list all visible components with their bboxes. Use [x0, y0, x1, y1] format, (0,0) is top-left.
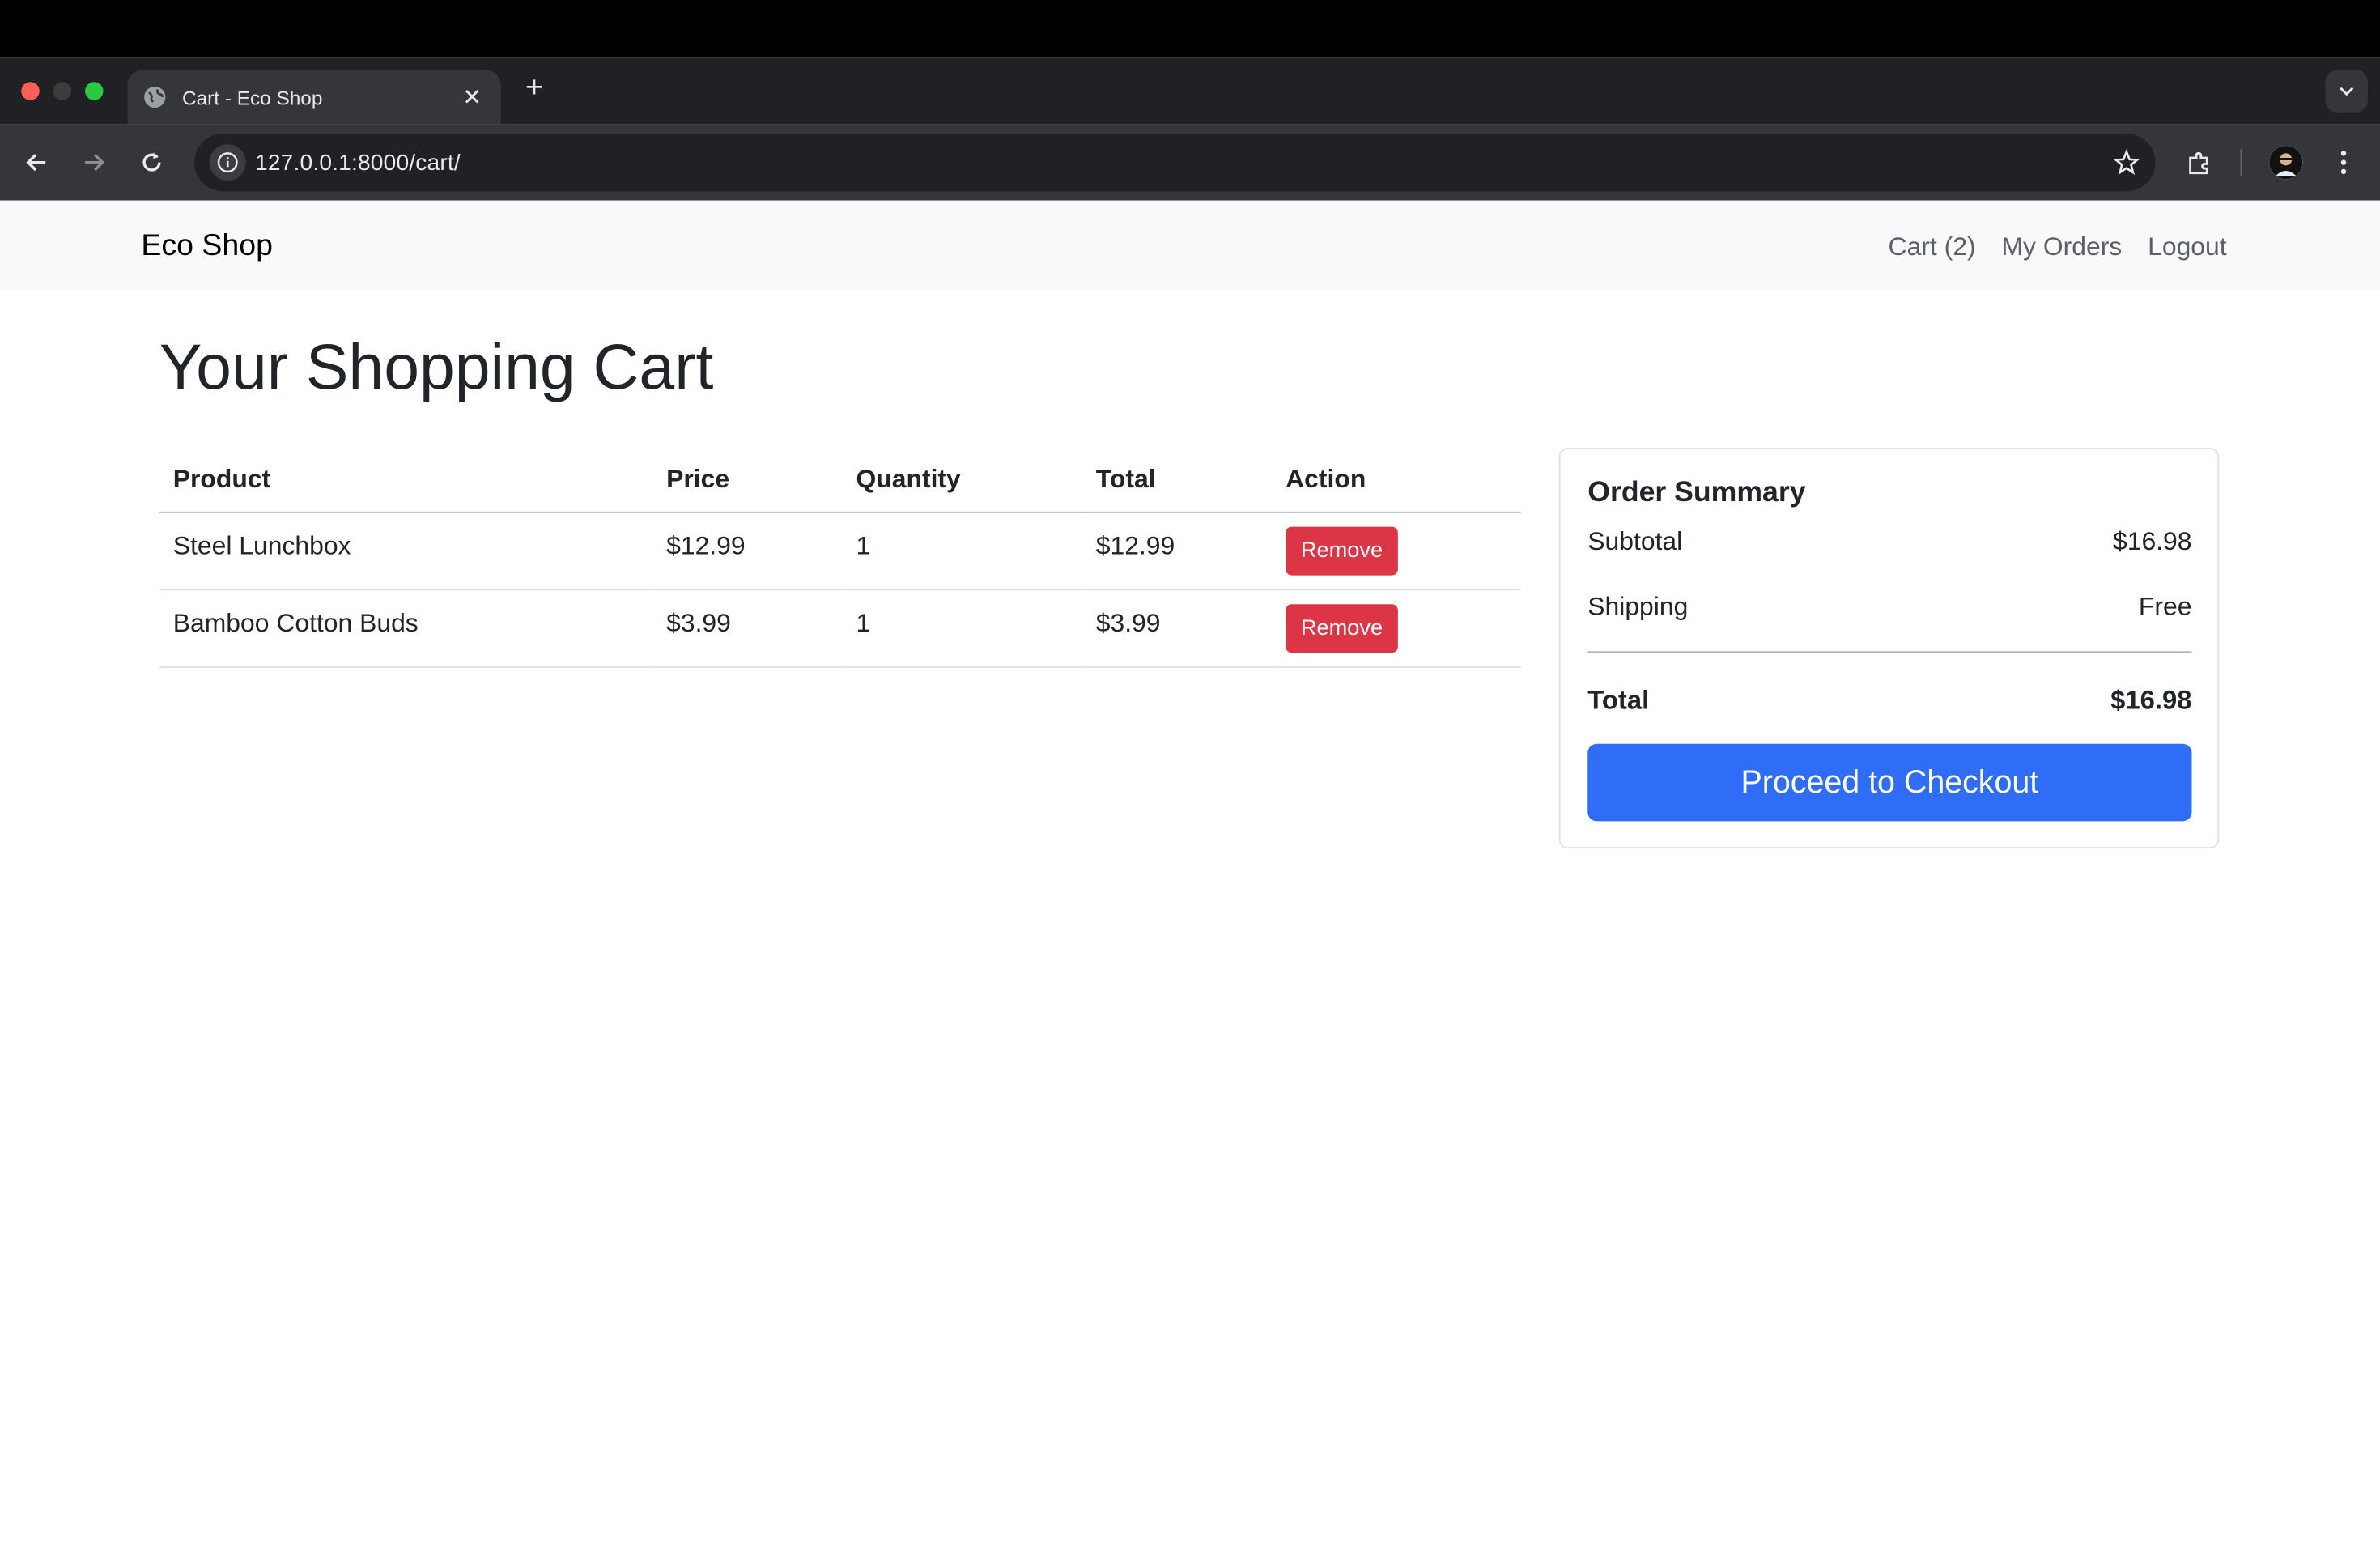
page-title: Your Shopping Cart: [159, 330, 714, 402]
shipping-row: Shipping Free: [1587, 592, 2191, 623]
table-header-row: Product Price Quantity Total Action: [159, 448, 1521, 512]
maximize-window-button[interactable]: [85, 82, 104, 100]
kebab-menu-icon[interactable]: [2326, 144, 2362, 181]
shipping-label: Shipping: [1587, 592, 1689, 621]
remove-button[interactable]: Remove: [1286, 525, 1398, 575]
quantity-value: 1: [856, 607, 871, 637]
star-icon[interactable]: [2097, 148, 2155, 176]
close-icon[interactable]: ✕: [458, 83, 486, 111]
price-value: $3.99: [666, 607, 731, 637]
info-icon[interactable]: [209, 144, 246, 181]
subtotal-row: Subtotal $16.98: [1587, 527, 2191, 558]
quantity-value: 1: [856, 530, 871, 559]
column-header-price: Price: [652, 448, 843, 512]
quantity-cell: 1: [842, 589, 1082, 668]
nav-link-my-orders[interactable]: My Orders: [2001, 232, 2122, 263]
price-value: $12.99: [666, 530, 746, 559]
shipping-value: Free: [2138, 592, 2192, 621]
column-header-quantity: Quantity: [842, 448, 1082, 512]
total-value: $16.98: [2110, 684, 2192, 716]
plus-icon[interactable]: +: [517, 71, 550, 106]
column-header-action: Action: [1272, 448, 1521, 512]
column-header-product: Product: [159, 448, 653, 512]
globe-icon: [144, 86, 166, 108]
nav-link-cart[interactable]: Cart (2): [1889, 232, 1976, 263]
order-summary-card: Order Summary Subtotal $16.98 Shipping F…: [1558, 448, 2220, 849]
minimize-window-button[interactable]: [53, 82, 72, 100]
product-name: Bamboo Cotton Buds: [172, 607, 419, 637]
extensions-icon[interactable]: [2181, 144, 2217, 181]
action-cell: Remove: [1272, 589, 1521, 668]
address-bar[interactable]: 127.0.0.1:8000/cart/: [194, 134, 2156, 192]
summary-divider: [1587, 651, 2192, 653]
site-navbar: Eco Shop Cart (2) My Orders Logout: [0, 200, 2380, 291]
back-arrow-icon[interactable]: [19, 144, 55, 181]
action-cell: Remove: [1272, 511, 1521, 590]
avatar[interactable]: [2269, 146, 2303, 180]
forward-arrow-icon[interactable]: [76, 144, 113, 181]
top-bar: [0, 0, 2380, 58]
proceed-to-checkout-button[interactable]: Proceed to Checkout: [1587, 743, 2192, 822]
product-name: Steel Lunchbox: [172, 530, 351, 559]
price-cell: $12.99: [652, 511, 843, 590]
table-row: Bamboo Cotton Buds $3.99 1 $3.99 Remove: [159, 589, 1521, 668]
product-cell: Steel Lunchbox: [159, 511, 653, 590]
close-window-button[interactable]: [21, 82, 40, 100]
product-cell: Bamboo Cotton Buds: [159, 589, 653, 668]
total-value: $12.99: [1095, 530, 1175, 559]
quantity-cell: 1: [842, 511, 1082, 590]
chevron-down-icon[interactable]: [2325, 70, 2368, 113]
brand-link[interactable]: Eco Shop: [141, 229, 273, 264]
tab-strip: Cart - Eco Shop ✕ +: [0, 57, 2380, 125]
order-summary-title: Order Summary: [1587, 476, 1806, 509]
total-cell: $12.99: [1082, 511, 1273, 590]
url-text[interactable]: 127.0.0.1:8000/cart/: [255, 150, 2097, 176]
total-value: $3.99: [1095, 607, 1161, 637]
reload-icon[interactable]: [134, 144, 170, 181]
table-row: Steel Lunchbox $12.99 1 $12.99 Remove: [159, 511, 1521, 590]
total-cell: $3.99: [1082, 589, 1273, 668]
subtotal-label: Subtotal: [1587, 526, 1683, 556]
total-label: Total: [1587, 684, 1650, 716]
nav-links: Cart (2) My Orders Logout: [1889, 232, 2227, 263]
browser-toolbar: 127.0.0.1:8000/cart/: [0, 124, 2380, 201]
toolbar-divider: [2240, 148, 2242, 176]
tab-title: Cart - Eco Shop: [182, 85, 323, 109]
browser-tab[interactable]: Cart - Eco Shop ✕: [127, 70, 501, 125]
subtotal-value: $16.98: [2113, 526, 2192, 556]
column-header-total: Total: [1082, 448, 1273, 512]
nav-link-logout[interactable]: Logout: [2148, 232, 2227, 263]
total-row: Total $16.98: [1587, 685, 2191, 717]
price-cell: $3.99: [652, 589, 843, 668]
remove-button[interactable]: Remove: [1286, 603, 1398, 653]
cart-table: Product Price Quantity Total Action Stee…: [159, 448, 1521, 668]
